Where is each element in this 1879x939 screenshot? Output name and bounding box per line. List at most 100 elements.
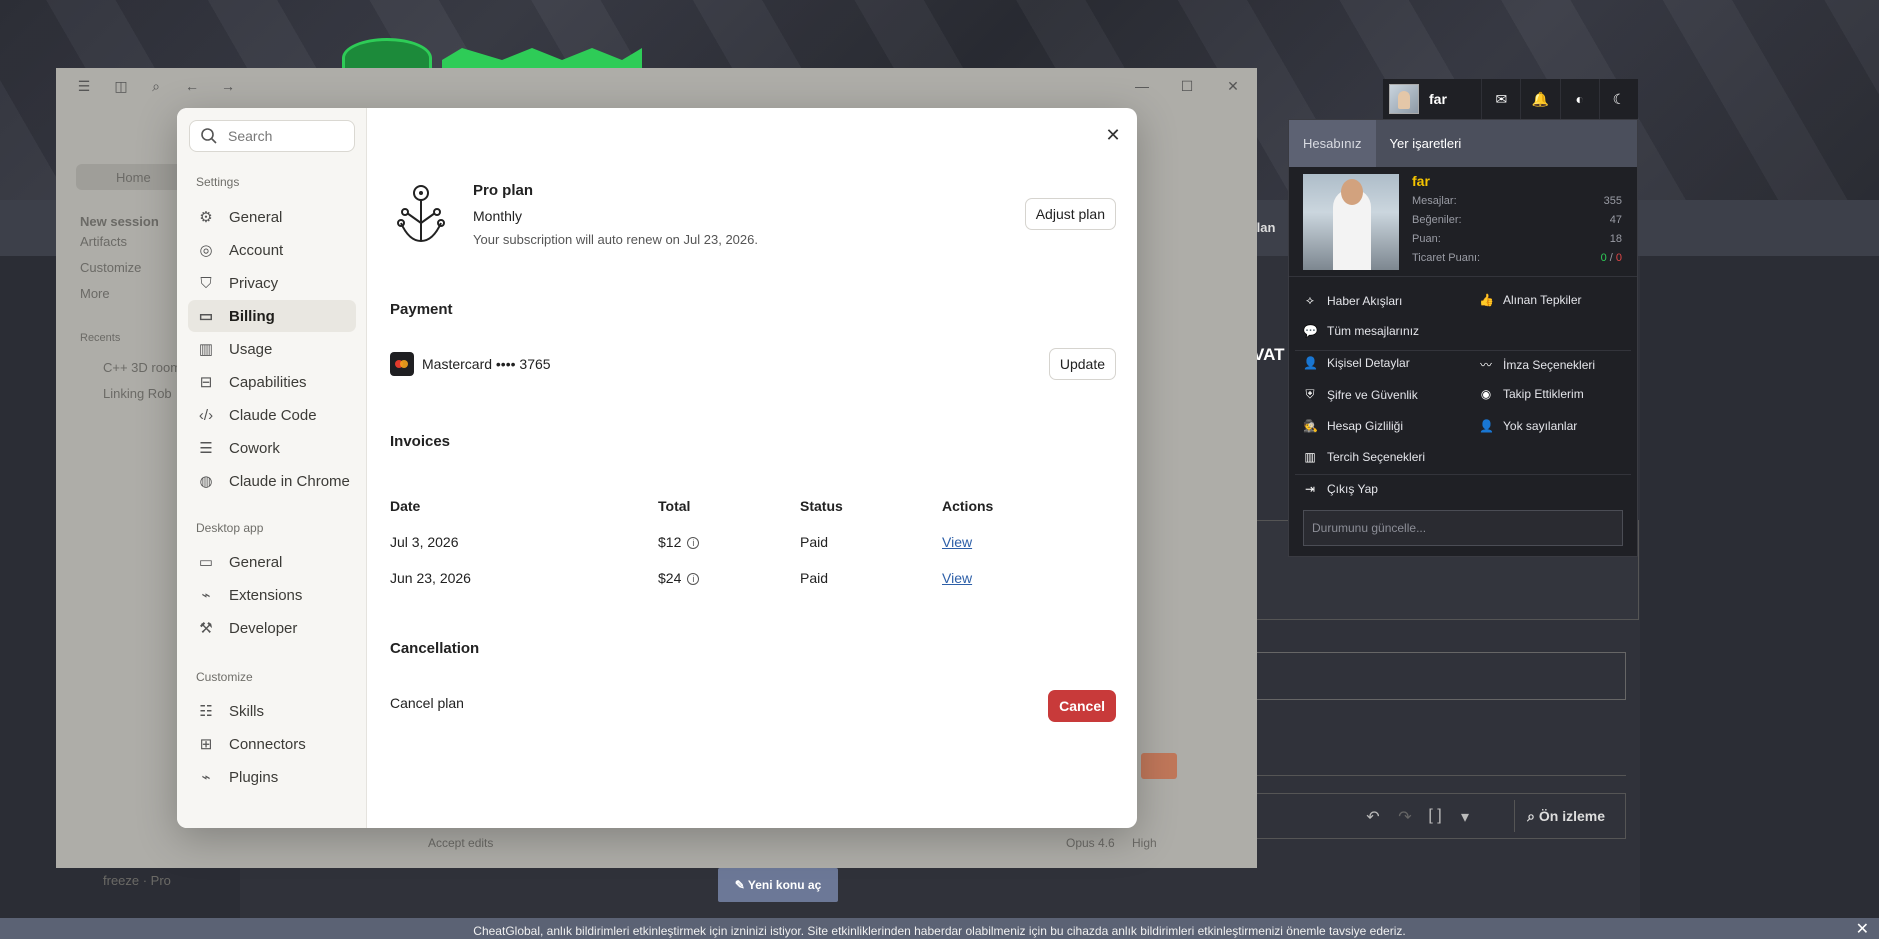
menu-reactions[interactable]: 👍 Alınan Tepkiler — [1479, 293, 1582, 307]
nav-desktop-general[interactable]: ▭ General — [188, 546, 356, 578]
cancel-plan-label: Cancel plan — [390, 695, 464, 711]
menu-icon[interactable]: ☰ — [74, 76, 94, 96]
sidebar-toggle-icon[interactable]: ◫ — [111, 76, 131, 96]
menu-logout[interactable]: ⇥ Çıkış Yap — [1303, 482, 1378, 496]
accept-edits-label[interactable]: Accept edits — [428, 836, 493, 850]
nav-cowork[interactable]: ☰ Cowork — [188, 432, 356, 464]
new-topic-button[interactable]: ✎ Yeni konu aç — [718, 868, 838, 902]
recent-item[interactable]: C++ 3D room — [103, 360, 181, 375]
stat-label: Mesajlar: — [1412, 195, 1457, 207]
minimize-icon[interactable]: — — [1132, 76, 1152, 96]
menu-news-feed[interactable]: ⟡ Haber Akışları — [1303, 293, 1402, 308]
info-icon[interactable]: i — [687, 537, 700, 549]
tab-bookmarks[interactable]: Yer işaretleri — [1376, 120, 1476, 167]
invoices-heading: Invoices — [390, 433, 451, 450]
nav-capabilities[interactable]: ⊟ Capabilities — [188, 366, 356, 398]
menu-preferences[interactable]: ▥ Tercih Seçenekleri — [1303, 450, 1425, 464]
blocks-icon: ⊞ — [199, 736, 213, 753]
nav-account[interactable]: ◎ Account — [188, 234, 356, 266]
profile-name[interactable]: far — [1412, 173, 1430, 189]
menu-account-privacy[interactable]: 🕵 Hesap Gizliliği — [1303, 419, 1403, 433]
undo-icon[interactable]: ↶ — [1364, 807, 1382, 826]
view-invoice-link[interactable]: View — [942, 570, 972, 586]
cancel-plan-button[interactable]: Cancel — [1048, 690, 1116, 722]
adjust-plan-button[interactable]: Adjust plan — [1024, 198, 1116, 230]
close-window-icon[interactable]: ✕ — [1223, 76, 1243, 96]
maximize-icon[interactable]: ☐ — [1177, 76, 1197, 96]
nav-label: Privacy — [229, 274, 279, 292]
settings-sidebar: Search Settings ⚙ General ◎ Account ⛉ Priva… — [177, 108, 367, 828]
nav-general[interactable]: ⚙ General — [188, 201, 356, 233]
invoice-status: Paid — [800, 534, 829, 550]
stat-value: 18 — [1609, 233, 1622, 245]
user-secret-icon: 🕵 — [1303, 419, 1318, 433]
update-payment-button[interactable]: Update — [1048, 348, 1116, 380]
status-update-input[interactable]: Durumunu güncelle... — [1303, 510, 1623, 546]
search-icon[interactable]: ⌕ — [146, 76, 166, 96]
bell-icon[interactable]: 🔔 — [1520, 79, 1559, 119]
title-input[interactable] — [1250, 652, 1626, 700]
save-draft-icon[interactable]: ▾ — [1456, 807, 1474, 826]
nav-privacy[interactable]: ⛉ Privacy — [188, 267, 356, 299]
preview-button[interactable]: ⌕ Ön izleme — [1514, 800, 1617, 832]
toggle-icon[interactable]: ◐ — [1559, 79, 1599, 119]
redo-icon[interactable]: ↷ — [1396, 807, 1414, 826]
column-header-actions: Actions — [942, 498, 994, 514]
preview-label: Ön izleme — [1538, 808, 1605, 824]
close-icon[interactable]: ✕ — [1856, 918, 1869, 939]
nav-label: Skills — [229, 702, 265, 720]
moon-icon[interactable]: ☾ — [1598, 79, 1638, 119]
divider — [1295, 350, 1631, 351]
stat-label: Ticaret Puanı: — [1412, 252, 1481, 264]
fullscreen-icon[interactable]: [ ] — [1426, 807, 1444, 825]
payment-heading: Payment — [390, 301, 453, 318]
nav-extensions[interactable]: ⌁ Extensions — [188, 579, 356, 611]
invoice-total: $24 i — [658, 570, 700, 586]
recent-item[interactable]: Linking Rob — [103, 386, 172, 401]
model-label[interactable]: Opus 4.6 — [1066, 836, 1115, 850]
tab-account[interactable]: Hesabınız — [1289, 120, 1376, 167]
nav-claude-code[interactable]: ‹/› Claude Code — [188, 399, 356, 431]
menu-personal-details[interactable]: 👤 Kişisel Detaylar — [1303, 356, 1410, 370]
comments-icon: 💬 — [1303, 324, 1318, 338]
sidebar-item-new-session[interactable]: New session — [80, 214, 159, 229]
sidebar-item-artifacts[interactable]: Artifacts — [80, 234, 127, 249]
nav-skills[interactable]: ☷ Skills — [188, 695, 356, 727]
nav-usage[interactable]: ▥ Usage — [188, 333, 356, 365]
nav-claude-in-chrome[interactable]: ◍ Claude in Chrome — [188, 465, 356, 497]
sidebar-item-customize[interactable]: Customize — [80, 260, 141, 275]
monitor-icon: ▭ — [198, 554, 214, 571]
billing-panel: ✕ Pro plan Monthly Your subscription wil… — [367, 108, 1137, 828]
menu-following[interactable]: ◉ Takip Ettiklerim — [1479, 387, 1584, 401]
profile-photo[interactable] — [1303, 174, 1399, 270]
nav-developer[interactable]: ⚒ Developer — [188, 612, 356, 644]
search-input[interactable]: Search — [189, 120, 355, 152]
section-label-customize: Customize — [196, 670, 253, 684]
user-account-label[interactable]: freeze · Pro — [103, 873, 171, 888]
sign-out-icon: ⇥ — [1304, 482, 1316, 496]
stat-messages: Mesajlar: 355 — [1412, 195, 1622, 207]
account-menu-trigger[interactable]: far — [1383, 79, 1481, 119]
menu-label: Alınan Tepkiler — [1503, 293, 1582, 307]
info-icon[interactable]: i — [687, 573, 700, 585]
back-icon[interactable]: ← — [182, 76, 202, 96]
menu-label: Tüm mesajlarınız — [1327, 324, 1420, 338]
forward-icon[interactable]: → — [218, 76, 238, 96]
close-icon[interactable]: ✕ — [1103, 125, 1123, 145]
briefcase-icon: ⊟ — [199, 374, 213, 391]
view-invoice-link[interactable]: View — [942, 534, 972, 550]
nav-billing[interactable]: ▭ Billing — [188, 300, 356, 332]
globe-icon: ◍ — [199, 473, 213, 490]
menu-ignored[interactable]: 👤 Yok sayılanlar — [1479, 419, 1577, 433]
menu-all-messages[interactable]: 💬 Tüm mesajlarınız — [1303, 324, 1419, 338]
effort-label[interactable]: High — [1132, 836, 1157, 850]
nav-plugins[interactable]: ⌁ Plugins — [188, 761, 356, 793]
columns-icon: ▥ — [1304, 450, 1316, 464]
menu-password-security[interactable]: ⛨ Şifre ve Güvenlik — [1303, 387, 1417, 402]
envelope-icon[interactable]: ✉ — [1481, 79, 1520, 119]
mascot-icon — [1141, 753, 1177, 779]
menu-signature[interactable]: 〰 İmza Seçenekleri — [1479, 356, 1595, 373]
nav-connectors[interactable]: ⊞ Connectors — [188, 728, 356, 760]
sidebar-item-more[interactable]: More — [80, 286, 110, 301]
signature-icon: 〰 — [1479, 358, 1492, 372]
